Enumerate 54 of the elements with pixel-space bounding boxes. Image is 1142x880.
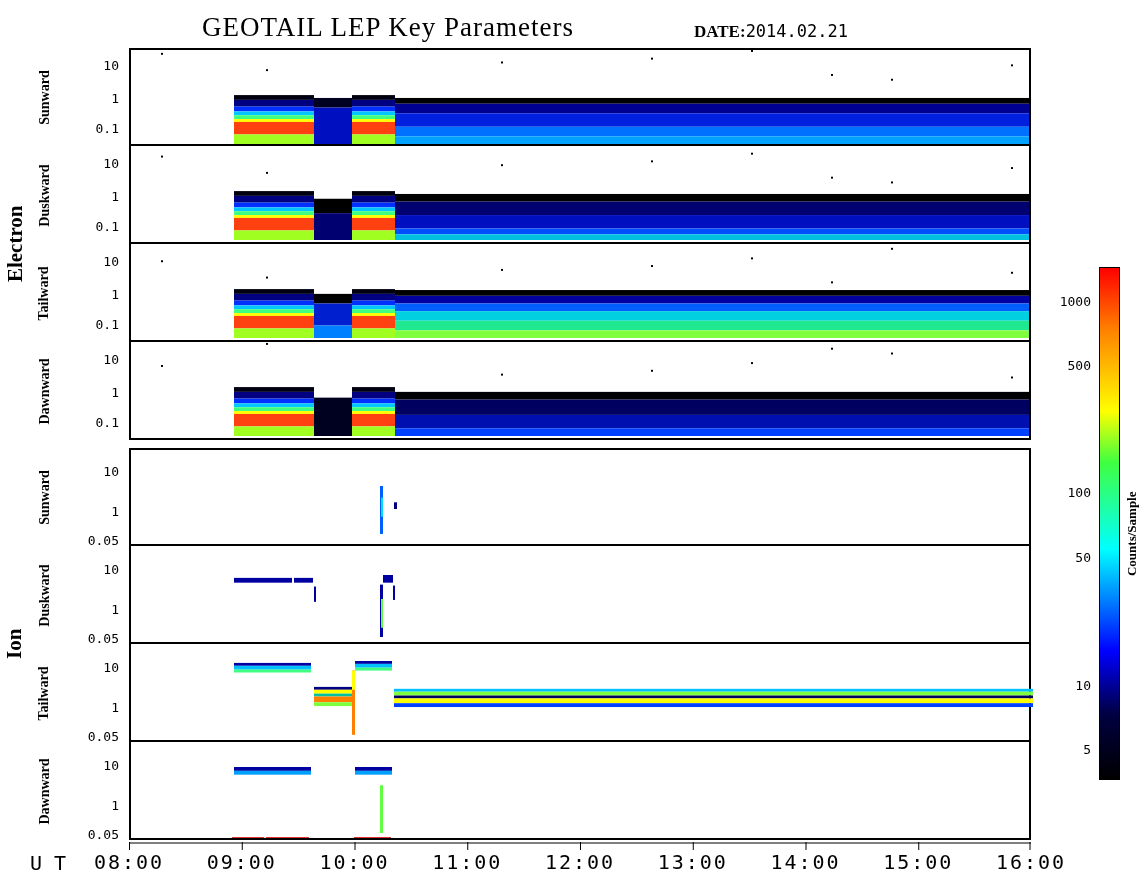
y-tick-label: 0.1 [95, 416, 119, 430]
species-label: Ion [1, 628, 28, 660]
direction-label: Tailward [35, 666, 53, 720]
y-tick-label: 10 [103, 465, 119, 479]
time-tick-label: 15:00 [883, 850, 954, 874]
time-tick-label: 14:00 [770, 850, 841, 874]
direction-label: Duskward [35, 163, 53, 227]
y-tick-label: 1 [111, 701, 119, 715]
y-tick-label: 1 [111, 603, 119, 617]
y-tick-label: 10 [103, 661, 119, 675]
direction-label: Sunward [35, 469, 53, 525]
y-tick-label: 10 [103, 563, 119, 577]
direction-label: Duskward [35, 563, 53, 627]
time-tick-label: 12:00 [544, 850, 616, 874]
y-tick-label: 1 [111, 92, 119, 106]
scale-tick-label: 500 [1067, 359, 1091, 373]
y-tick-label: 10 [103, 59, 119, 73]
scale-tick-label: 50 [1075, 551, 1091, 565]
spectrogram-drawing [380, 486, 397, 535]
y-tick-label: 10 [103, 353, 119, 367]
y-tick-label: 0.1 [95, 122, 119, 136]
direction-label: Dawnward [35, 357, 53, 425]
y-tick-label: 0.05 [87, 828, 119, 842]
direction-label: Dawnward [35, 757, 53, 825]
scale-label: Counts/Sample [1122, 491, 1140, 577]
y-tick-label: 1 [111, 190, 119, 204]
scale-tick-label: 5 [1083, 743, 1091, 757]
time-axis-label: U T [30, 850, 67, 877]
y-tick-label: 10 [103, 157, 119, 171]
y-tick-label: 10 [103, 255, 119, 269]
scale-tick-label: 100 [1067, 486, 1091, 500]
time-tick-label: 08:00 [93, 850, 165, 874]
y-tick-label: 0.1 [95, 318, 119, 332]
scale-tick-label: 10 [1075, 679, 1091, 693]
direction-label: Sunward [35, 69, 53, 125]
y-tick-label: 1 [111, 288, 119, 302]
y-tick-label: 1 [111, 799, 119, 813]
plot-title: GEOTAIL LEP Key Parameters [202, 11, 574, 44]
y-tick-label: 0.05 [87, 534, 119, 548]
y-tick-label: 1 [111, 386, 119, 400]
species-label: Electron [1, 205, 28, 283]
date-label: DATE:2014.02.21 [694, 19, 848, 43]
time-tick-label: 10:00 [319, 850, 390, 874]
y-tick-label: 10 [103, 759, 119, 773]
y-tick-label: 1 [111, 505, 119, 519]
time-tick-label: 13:00 [657, 850, 728, 874]
direction-label: Tailward [35, 266, 53, 320]
time-tick-label: 16:00 [995, 850, 1067, 874]
time-tick-label: 11:00 [432, 850, 503, 874]
y-tick-label: 0.05 [87, 632, 119, 646]
time-tick-label: 09:00 [206, 850, 277, 874]
y-tick-label: 0.05 [87, 730, 119, 744]
y-tick-label: 0.1 [95, 220, 119, 234]
scale-tick-label: 1000 [1059, 295, 1091, 309]
